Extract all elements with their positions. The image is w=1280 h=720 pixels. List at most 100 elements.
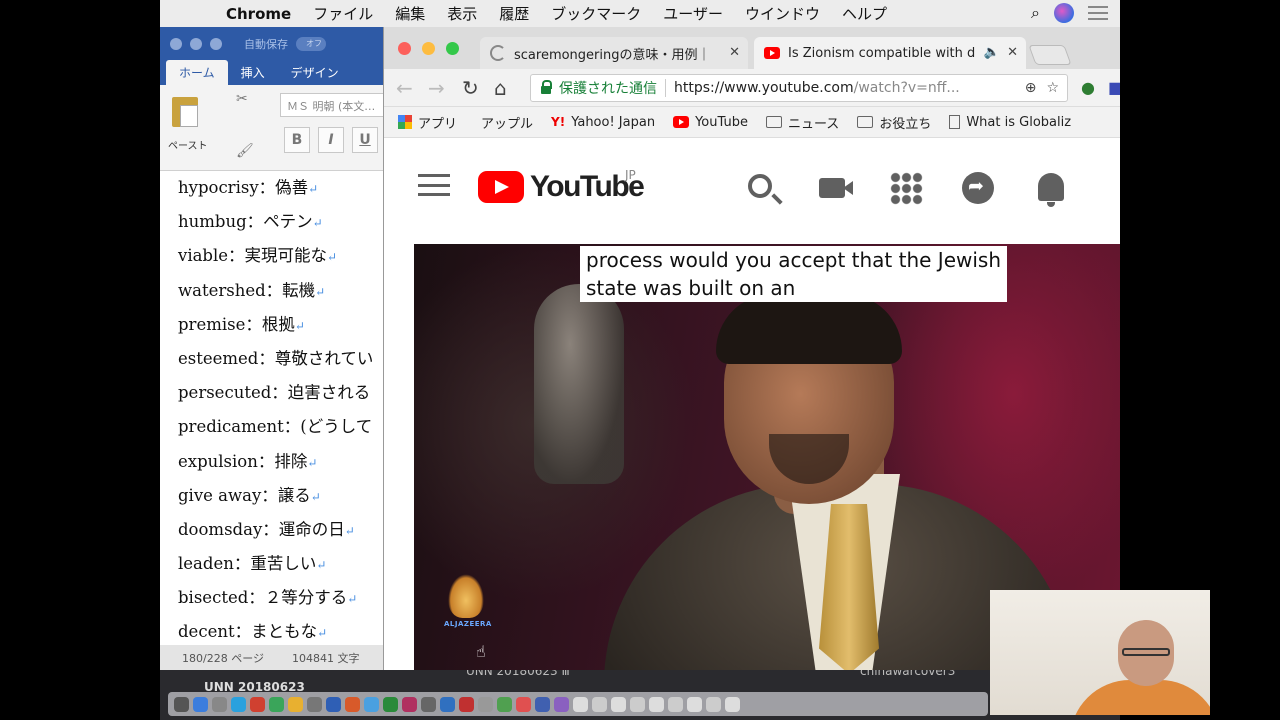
cut-icon[interactable]: ✂ [236,91,248,107]
spotlight-icon[interactable]: ⌕ [1031,3,1040,23]
youtube-logo-icon[interactable] [478,171,524,203]
menubar-app-name[interactable]: Chrome [226,5,291,23]
italic-button[interactable]: I [318,127,344,153]
notifications-bell-icon[interactable] [1038,173,1064,207]
back-icon[interactable]: ← [396,76,413,100]
dock-app-icon[interactable] [250,696,265,712]
notification-center-icon[interactable] [1088,6,1108,20]
zoom-window-button[interactable] [446,42,459,55]
browser-tab-active[interactable]: Is Zionism compatible with d 🔈 ✕ [754,37,1026,69]
font-name-select[interactable]: ＭＳ 明朝 (本文… [280,93,400,117]
menu-help[interactable]: ヘルプ [842,3,887,24]
dock-app-icon[interactable] [725,696,740,712]
browser-tab[interactable]: scaremongeringの意味・用例｜ ✕ [480,37,748,69]
bookmark-globalization[interactable]: What is Globaliz [949,115,1071,130]
bookmark-label: YouTube [695,114,748,130]
menu-history[interactable]: 履歴 [499,3,529,24]
dock-app-icon[interactable] [611,696,626,712]
dock-app-icon[interactable] [535,696,550,712]
dock-app-icon[interactable] [649,696,664,712]
forward-icon[interactable]: → [428,76,445,100]
tab-insert[interactable]: 挿入 [228,60,278,85]
tab-home[interactable]: ホーム [166,60,228,85]
page-count[interactable]: 180/228 ページ [182,650,264,666]
folder-icon [857,116,874,128]
dock-app-icon[interactable] [174,696,189,712]
close-tab-icon[interactable]: ✕ [729,45,740,60]
zoom-icon[interactable]: ⊕ [1025,80,1037,96]
siri-icon[interactable] [1054,3,1074,23]
home-icon[interactable]: ⌂ [494,76,507,100]
vocab-entry: viable：実現可能な [178,246,328,266]
autosave-toggle[interactable]: オフ [296,37,326,51]
menu-icon[interactable] [418,174,450,196]
format-painter-icon[interactable]: 🖌 [236,143,254,159]
search-icon[interactable] [748,174,772,198]
bookmark-youtube[interactable]: YouTube [673,115,748,130]
paste-icon[interactable] [172,97,198,127]
tab-design[interactable]: デザイン [278,60,352,85]
address-bar[interactable]: 保護された通信 https://www.youtube.com /watch?v… [530,74,1068,102]
aljazeera-logo-icon: ALJAZEERA [444,574,491,630]
dock-app-icon[interactable] [478,696,493,712]
bookmark-star-icon[interactable]: ☆ [1046,80,1059,96]
dock-app-icon[interactable] [212,696,227,712]
dock-app-icon[interactable] [288,696,303,712]
dock-app-icon[interactable] [687,696,702,712]
evernote-extension-icon[interactable]: ● [1081,78,1095,97]
close-window-button[interactable] [398,42,411,55]
menu-file[interactable]: ファイル [313,3,373,24]
dock-app-icon[interactable] [459,696,474,712]
dock-app-icon[interactable] [630,696,645,712]
apps-icon[interactable] [890,172,923,205]
extension-icon[interactable]: ■ [1108,78,1120,97]
dock-app-icon[interactable] [364,696,379,712]
dock-app-icon[interactable] [231,696,246,712]
dock-app-icon[interactable] [193,696,208,712]
bookmark-news-folder[interactable]: ニュース [765,113,839,132]
messages-icon[interactable] [962,172,994,204]
underline-button[interactable]: U [352,127,378,153]
minimize-window-button[interactable] [422,42,435,55]
bookmark-yahoo[interactable]: Y! Yahoo! Japan [551,115,655,130]
word-close-button[interactable] [170,38,182,50]
dock-app-icon[interactable] [592,696,607,712]
dock-app-icon[interactable] [554,696,569,712]
menu-people[interactable]: ユーザー [663,3,723,24]
bookmark-apps[interactable]: アプリ [398,113,457,132]
menu-view[interactable]: 表示 [447,3,477,24]
dock-app-icon[interactable] [383,696,398,712]
bookmark-useful-folder[interactable]: お役立ち [857,113,931,132]
dock-app-icon[interactable] [402,696,417,712]
dock-app-icon[interactable] [307,696,322,712]
dock-app-icon[interactable] [497,696,512,712]
close-tab-icon[interactable]: ✕ [1007,45,1018,60]
create-video-icon[interactable] [819,178,853,198]
dock-app-icon[interactable] [269,696,284,712]
dock-app-icon[interactable] [345,696,360,712]
menu-bookmarks[interactable]: ブックマーク [551,3,641,24]
youtube-icon [673,116,690,128]
word-count[interactable]: 104841 文字 [292,650,360,666]
dock-app-icon[interactable] [440,696,455,712]
dock-app-icon[interactable] [516,696,531,712]
menu-window[interactable]: ウインドウ [745,3,820,24]
bookmark-label: アプリ [418,116,458,132]
bold-button[interactable]: B [284,127,310,153]
reload-icon[interactable]: ↻ [462,76,479,100]
speaker-icon[interactable]: 🔈 [984,45,1000,60]
dock-app-icon[interactable] [421,696,436,712]
background-bust [534,284,624,484]
folder-icon [765,116,782,128]
bookmark-apple[interactable]: アップル [475,113,533,132]
word-zoom-button[interactable] [210,38,222,50]
menu-edit[interactable]: 編集 [395,3,425,24]
lock-icon [541,80,552,94]
word-minimize-button[interactable] [190,38,202,50]
dock-app-icon[interactable] [326,696,341,712]
dock-app-icon[interactable] [706,696,721,712]
new-tab-button[interactable] [1028,45,1072,65]
dock-app-icon[interactable] [573,696,588,712]
dock-app-icon[interactable] [668,696,683,712]
word-document[interactable]: hypocrisy：偽善↵ humbug：ペテン↵ viable：実現可能な↵ … [160,171,400,645]
